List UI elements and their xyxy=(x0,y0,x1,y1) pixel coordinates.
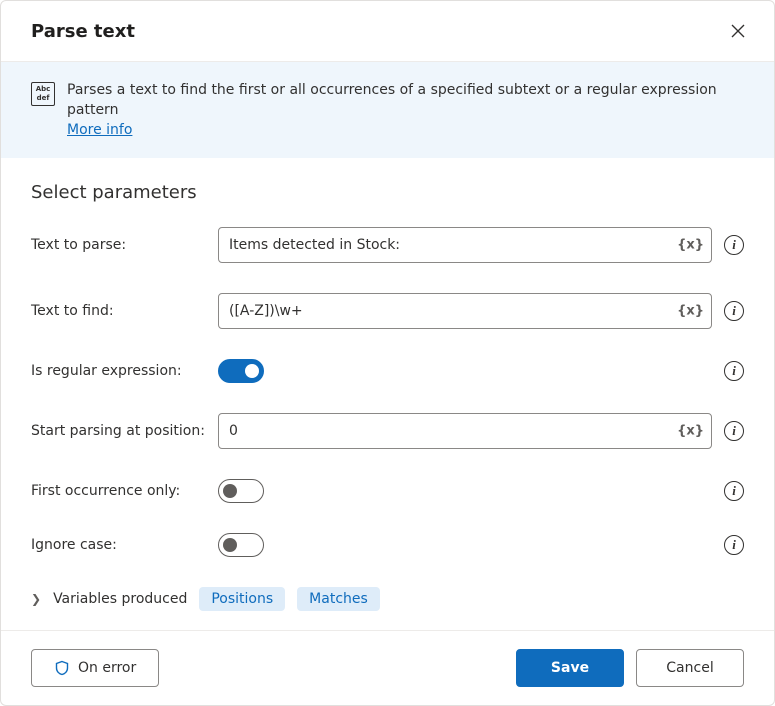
label-ignore-case: Ignore case: xyxy=(31,537,206,553)
section-title: Select parameters xyxy=(31,182,744,203)
is-regex-toggle[interactable] xyxy=(218,359,264,383)
banner-text: Parses a text to find the first or all o… xyxy=(67,80,744,140)
text-to-parse-input[interactable] xyxy=(218,227,712,263)
row-is-regex: Is regular expression: i xyxy=(31,359,744,383)
cancel-button[interactable]: Cancel xyxy=(636,649,744,687)
parse-text-dialog: Parse text Abc def Parses a text to find… xyxy=(0,0,775,706)
row-ignore-case: Ignore case: i xyxy=(31,533,744,557)
input-wrap-start-position: {x} xyxy=(218,413,712,449)
save-button[interactable]: Save xyxy=(516,649,624,687)
on-error-label: On error xyxy=(78,660,136,676)
variable-token-icon[interactable]: {x} xyxy=(677,238,704,253)
label-is-regex: Is regular expression: xyxy=(31,363,206,379)
row-first-only: First occurrence only: i xyxy=(31,479,744,503)
dialog-footer: On error Save Cancel xyxy=(1,630,774,705)
variables-produced-label: Variables produced xyxy=(53,591,187,607)
toggle-knob xyxy=(223,484,237,498)
info-icon[interactable]: i xyxy=(724,481,744,501)
input-wrap-text-to-parse: {x} xyxy=(218,227,712,263)
toggle-knob xyxy=(245,364,259,378)
variables-produced-row: ❯ Variables produced Positions Matches xyxy=(31,587,744,611)
toggle-knob xyxy=(223,538,237,552)
dialog-header: Parse text xyxy=(1,1,774,62)
variable-pill-matches[interactable]: Matches xyxy=(297,587,380,611)
abc-def-icon: Abc def xyxy=(31,82,55,106)
info-banner: Abc def Parses a text to find the first … xyxy=(1,62,774,158)
first-only-toggle[interactable] xyxy=(218,479,264,503)
dialog-title: Parse text xyxy=(31,21,135,42)
text-to-find-input[interactable] xyxy=(218,293,712,329)
variable-token-icon[interactable]: {x} xyxy=(677,304,704,319)
dialog-body: Select parameters Text to parse: {x} i T… xyxy=(1,158,774,630)
more-info-link[interactable]: More info xyxy=(67,122,132,138)
variable-token-icon[interactable]: {x} xyxy=(677,424,704,439)
label-text-to-parse: Text to parse: xyxy=(31,237,206,253)
info-icon[interactable]: i xyxy=(724,421,744,441)
close-button[interactable] xyxy=(722,15,754,47)
label-first-only: First occurrence only: xyxy=(31,483,206,499)
row-text-to-find: Text to find: {x} i xyxy=(31,293,744,329)
label-start-position: Start parsing at position: xyxy=(31,423,206,439)
row-start-position: Start parsing at position: {x} i xyxy=(31,413,744,449)
info-icon[interactable]: i xyxy=(724,235,744,255)
start-position-input[interactable] xyxy=(218,413,712,449)
info-icon[interactable]: i xyxy=(724,535,744,555)
info-icon[interactable]: i xyxy=(724,361,744,381)
variable-pill-positions[interactable]: Positions xyxy=(199,587,285,611)
on-error-button[interactable]: On error xyxy=(31,649,159,687)
ignore-case-toggle[interactable] xyxy=(218,533,264,557)
input-wrap-text-to-find: {x} xyxy=(218,293,712,329)
label-text-to-find: Text to find: xyxy=(31,303,206,319)
close-icon xyxy=(731,24,745,38)
chevron-right-icon[interactable]: ❯ xyxy=(31,592,41,606)
info-icon[interactable]: i xyxy=(724,301,744,321)
row-text-to-parse: Text to parse: {x} i xyxy=(31,227,744,263)
shield-icon xyxy=(54,660,70,676)
